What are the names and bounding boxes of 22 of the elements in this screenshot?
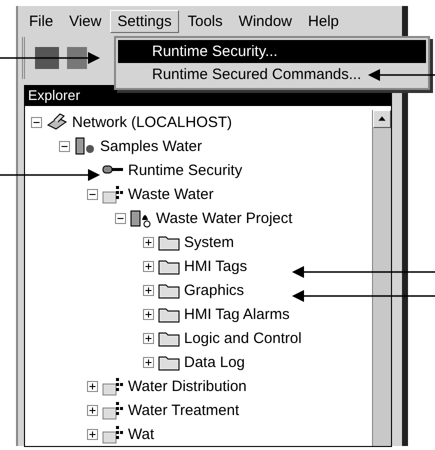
tree-item[interactable]: System xyxy=(184,234,234,250)
tree-item[interactable]: Graphics xyxy=(184,282,244,298)
menu-item[interactable]: Tools xyxy=(180,10,230,33)
tree-item[interactable]: HMI Tags xyxy=(184,258,248,274)
menu-item[interactable]: File xyxy=(22,10,60,33)
menu-item[interactable]: Runtime Security... xyxy=(118,40,426,63)
tree-item[interactable]: Samples Water xyxy=(100,138,202,154)
tree-item[interactable]: Network (LOCALHOST) xyxy=(72,114,232,130)
tree-item[interactable]: Water Treatment xyxy=(128,402,240,418)
menu-item[interactable]: Runtime Secured Commands... xyxy=(118,63,364,86)
tree-item[interactable]: Waste Water xyxy=(128,186,214,202)
tree-item[interactable]: Water Distribution xyxy=(128,378,247,394)
menu-item[interactable]: Help xyxy=(301,10,346,33)
menu-item[interactable]: Settings xyxy=(110,10,179,33)
menu-item[interactable]: Window xyxy=(232,10,300,33)
tree-item[interactable]: Logic and Control xyxy=(184,330,302,346)
tree-item[interactable]: HMI Tag Alarms xyxy=(184,306,290,322)
tree-item[interactable]: Wat xyxy=(128,426,154,442)
tree-item[interactable]: Waste Water Project xyxy=(156,210,292,226)
tree-item[interactable]: Data Log xyxy=(184,354,245,370)
menu-item[interactable]: View xyxy=(62,10,108,33)
tree-item[interactable]: Runtime Security xyxy=(128,162,242,178)
